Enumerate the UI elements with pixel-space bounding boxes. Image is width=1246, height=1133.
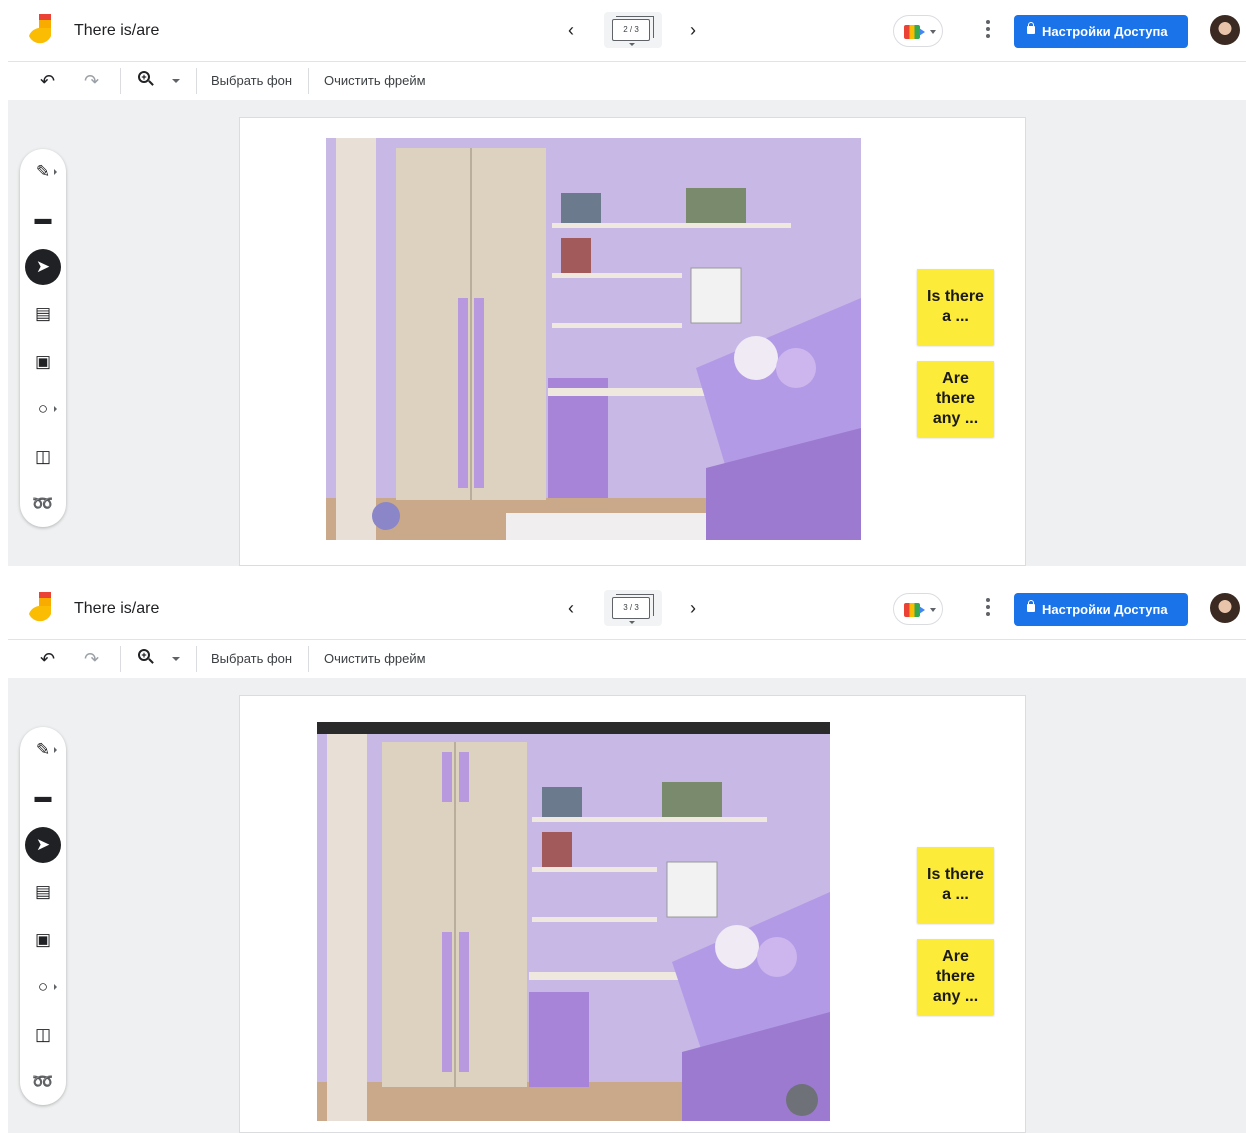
frame-toolbar: ↶ ↷ + Выбрать фон Очистить фрейм	[8, 62, 1246, 100]
zoom-icon[interactable]: +	[138, 649, 156, 667]
sticky-note-icon[interactable]: ▤	[25, 874, 61, 910]
sticky-note[interactable]: Is there a ...	[917, 269, 994, 345]
meet-icon	[904, 25, 925, 39]
text-box-icon[interactable]: ◫	[25, 439, 61, 475]
share-button-label: Настройки Доступа	[1042, 24, 1168, 39]
choose-background-button[interactable]: Выбрать фон	[211, 73, 292, 88]
select-icon[interactable]: ➤	[25, 827, 61, 863]
clear-frame-button[interactable]: Очистить фрейм	[324, 73, 426, 88]
divider	[308, 68, 309, 94]
tool-palette: ✎ ▬ ➤ ▤ ▣ ○ ◫ ➿	[20, 727, 66, 1105]
bedroom-image[interactable]	[317, 722, 830, 1121]
bedroom-image[interactable]	[326, 138, 861, 540]
chevron-down-icon	[930, 608, 936, 612]
redo-icon[interactable]: ↷	[84, 649, 99, 670]
laser-icon[interactable]: ➿	[25, 1064, 61, 1100]
share-button-label: Настройки Доступа	[1042, 602, 1168, 617]
document-title[interactable]: There is/are	[74, 600, 159, 618]
avatar[interactable]	[1210, 593, 1240, 623]
more-options-icon[interactable]	[983, 598, 993, 620]
previous-frame-icon[interactable]: ‹	[559, 18, 583, 42]
tool-palette: ✎ ▬ ➤ ▤ ▣ ○ ◫ ➿	[20, 149, 66, 527]
next-frame-icon[interactable]: ›	[681, 18, 705, 42]
jamboard-screen-2: There is/are ‹ 3 / 3 › Настройки Доступа…	[8, 578, 1246, 1133]
circle-icon[interactable]: ○	[25, 391, 61, 427]
divider	[196, 646, 197, 672]
select-icon[interactable]: ➤	[25, 249, 61, 285]
sticky-note[interactable]: Are there any ...	[917, 939, 994, 1015]
bedroom-picture	[317, 722, 830, 1121]
zoom-dropdown-icon[interactable]	[172, 79, 180, 83]
undo-icon[interactable]: ↶	[40, 649, 55, 670]
previous-frame-icon[interactable]: ‹	[559, 596, 583, 620]
text-box-icon[interactable]: ◫	[25, 1017, 61, 1053]
top-bar: There is/are ‹ 3 / 3 › Настройки Доступа	[8, 578, 1246, 640]
divider	[308, 646, 309, 672]
meet-button[interactable]	[893, 15, 943, 47]
sticky-note-icon[interactable]: ▤	[25, 296, 61, 332]
divider	[120, 646, 121, 672]
eraser-icon[interactable]: ▬	[25, 779, 61, 815]
lock-icon	[1027, 22, 1035, 34]
divider	[196, 68, 197, 94]
image-icon[interactable]: ▣	[25, 922, 61, 958]
frame-indicator[interactable]: 2 / 3	[604, 12, 662, 48]
jamboard-screen-1: There is/are ‹ 2 / 3 › Настройки Доступа…	[8, 0, 1246, 566]
chevron-down-icon	[930, 30, 936, 34]
share-button[interactable]: Настройки Доступа	[1014, 15, 1188, 48]
choose-background-button[interactable]: Выбрать фон	[211, 651, 292, 666]
jamboard-logo-icon	[29, 592, 51, 622]
image-icon[interactable]: ▣	[25, 344, 61, 380]
next-frame-icon[interactable]: ›	[681, 596, 705, 620]
frame-counter: 2 / 3	[612, 19, 650, 41]
lock-icon	[1027, 600, 1035, 612]
pen-icon[interactable]: ✎	[25, 732, 61, 768]
divider	[120, 68, 121, 94]
jamboard-logo-icon	[29, 14, 51, 44]
frame-indicator[interactable]: 3 / 3	[604, 590, 662, 626]
top-bar: There is/are ‹ 2 / 3 › Настройки Доступа	[8, 0, 1246, 62]
frame-toolbar: ↶ ↷ + Выбрать фон Очистить фрейм	[8, 640, 1246, 678]
bedroom-picture	[326, 138, 861, 540]
document-title[interactable]: There is/are	[74, 22, 159, 40]
more-options-icon[interactable]	[983, 20, 993, 42]
zoom-icon[interactable]: +	[138, 71, 156, 89]
share-button[interactable]: Настройки Доступа	[1014, 593, 1188, 626]
eraser-icon[interactable]: ▬	[25, 201, 61, 237]
sticky-note[interactable]: Are there any ...	[917, 361, 994, 437]
undo-icon[interactable]: ↶	[40, 71, 55, 92]
meet-button[interactable]	[893, 593, 943, 625]
meet-icon	[904, 603, 925, 617]
zoom-dropdown-icon[interactable]	[172, 657, 180, 661]
redo-icon[interactable]: ↷	[84, 71, 99, 92]
pen-icon[interactable]: ✎	[25, 154, 61, 190]
avatar[interactable]	[1210, 15, 1240, 45]
clear-frame-button[interactable]: Очистить фрейм	[324, 651, 426, 666]
laser-icon[interactable]: ➿	[25, 486, 61, 522]
sticky-note[interactable]: Is there a ...	[917, 847, 994, 923]
circle-icon[interactable]: ○	[25, 969, 61, 1005]
frame-counter: 3 / 3	[612, 597, 650, 619]
